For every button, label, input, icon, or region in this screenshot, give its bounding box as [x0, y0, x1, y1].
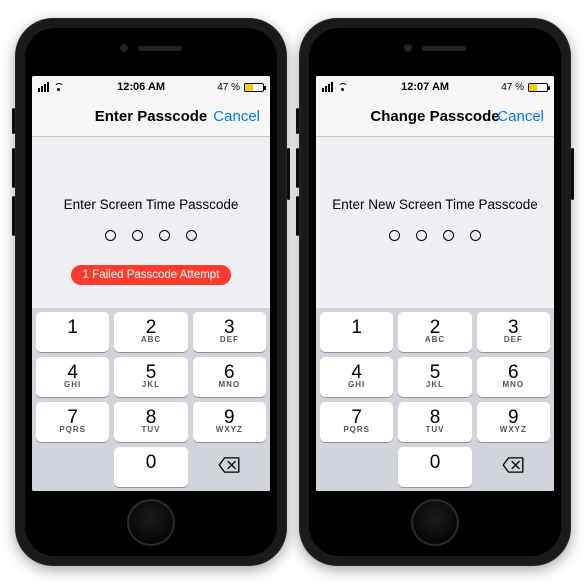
key-1[interactable]: 1 — [320, 312, 393, 352]
key-1[interactable]: 1 — [36, 312, 109, 352]
nav-bar: Change Passcode Cancel — [316, 96, 554, 137]
key-9[interactable]: 9WXYZ — [193, 402, 266, 442]
battery-icon — [528, 83, 548, 92]
key-9[interactable]: 9WXYZ — [477, 402, 550, 442]
key-4[interactable]: 4GHI — [36, 357, 109, 397]
key-7[interactable]: 7PQRS — [320, 402, 393, 442]
key-6[interactable]: 6MNO — [477, 357, 550, 397]
status-bar: 12:07 AM 47 % — [316, 76, 554, 96]
passcode-prompt: Enter Screen Time Passcode — [64, 197, 239, 212]
phone-frame: 12:07 AM 47 % Change Passcode Cancel Ent… — [299, 18, 571, 566]
wifi-icon — [337, 83, 349, 92]
status-time: 12:07 AM — [401, 81, 449, 93]
passcode-dot — [389, 230, 400, 241]
passcode-dot — [470, 230, 481, 241]
passcode-prompt: Enter New Screen Time Passcode — [332, 197, 538, 212]
passcode-dots — [389, 230, 481, 241]
passcode-dot — [416, 230, 427, 241]
home-button[interactable] — [411, 499, 459, 546]
key-6[interactable]: 6MNO — [193, 357, 266, 397]
nav-title: Change Passcode — [370, 108, 499, 125]
key-5[interactable]: 5JKL — [398, 357, 471, 397]
cancel-button[interactable]: Cancel — [213, 108, 260, 125]
key-8[interactable]: 8TUV — [114, 402, 187, 442]
passcode-dot — [132, 230, 143, 241]
passcode-dot — [105, 230, 116, 241]
home-button[interactable] — [127, 499, 175, 546]
content-area: Enter Screen Time Passcode 1 Failed Pass… — [32, 137, 270, 308]
key-5[interactable]: 5JKL — [114, 357, 187, 397]
key-3[interactable]: 3DEF — [193, 312, 266, 352]
nav-title: Enter Passcode — [95, 108, 208, 125]
numeric-keypad: 1 2ABC 3DEF 4GHI 5JKL 6MNO 7PQRS 8TUV 9W… — [32, 308, 270, 491]
key-0[interactable]: 0 — [398, 447, 471, 487]
passcode-dot — [443, 230, 454, 241]
key-7[interactable]: 7PQRS — [36, 402, 109, 442]
battery-icon — [244, 83, 264, 92]
screen: 12:07 AM 47 % Change Passcode Cancel Ent… — [316, 76, 554, 491]
signal-icon — [38, 82, 49, 92]
key-8[interactable]: 8TUV — [398, 402, 471, 442]
phone-frame: 12:06 AM 47 % Enter Passcode Cancel Ente… — [15, 18, 287, 566]
passcode-dot — [186, 230, 197, 241]
battery-percent: 47 % — [217, 82, 240, 93]
key-4[interactable]: 4GHI — [320, 357, 393, 397]
content-area: Enter New Screen Time Passcode — [316, 137, 554, 308]
numeric-keypad: 1 2ABC 3DEF 4GHI 5JKL 6MNO 7PQRS 8TUV 9W… — [316, 308, 554, 491]
delete-button[interactable] — [477, 447, 550, 487]
passcode-dots — [105, 230, 197, 241]
screen: 12:06 AM 47 % Enter Passcode Cancel Ente… — [32, 76, 270, 491]
status-bar: 12:06 AM 47 % — [32, 76, 270, 96]
nav-bar: Enter Passcode Cancel — [32, 96, 270, 137]
failed-attempt-badge: 1 Failed Passcode Attempt — [71, 265, 232, 285]
key-2[interactable]: 2ABC — [398, 312, 471, 352]
signal-icon — [322, 82, 333, 92]
wifi-icon — [53, 83, 65, 92]
key-0[interactable]: 0 — [114, 447, 187, 487]
delete-button[interactable] — [193, 447, 266, 487]
passcode-dot — [159, 230, 170, 241]
key-2[interactable]: 2ABC — [114, 312, 187, 352]
status-time: 12:06 AM — [117, 81, 165, 93]
key-empty — [36, 447, 109, 487]
key-3[interactable]: 3DEF — [477, 312, 550, 352]
backspace-icon — [502, 457, 524, 477]
cancel-button[interactable]: Cancel — [497, 108, 544, 125]
backspace-icon — [218, 457, 240, 477]
key-empty — [320, 447, 393, 487]
battery-percent: 47 % — [501, 82, 524, 93]
